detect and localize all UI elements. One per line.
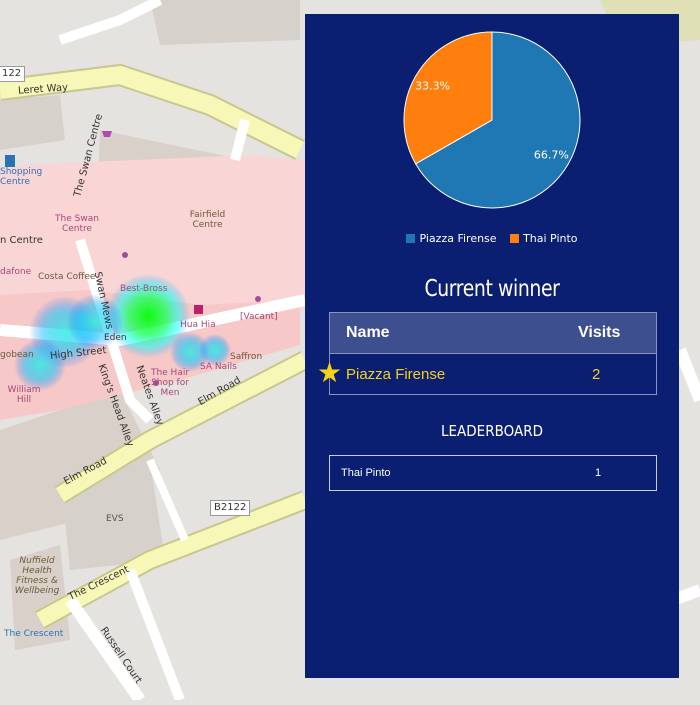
- place-label-fairfield-centre: Fairfield Centre: [189, 210, 226, 230]
- winner-visits: 2: [592, 366, 601, 383]
- current-winner-title: Current winner: [424, 276, 560, 302]
- place-label-gobean: gobean: [0, 350, 34, 360]
- place-label-saffron: Saffron: [230, 352, 263, 362]
- place-label-n-centre: n Centre: [0, 235, 43, 246]
- leaderboard-row: Thai Pinto 1: [329, 455, 657, 491]
- pie-chart: 66.7% 33.3%: [305, 14, 679, 264]
- pie-legend: Piazza Firense Thai Pinto: [305, 232, 679, 245]
- pie-slice-label: 33.3%: [415, 80, 450, 93]
- winner-name: Piazza Firense: [346, 366, 446, 383]
- place-label-swan-centre: The Swan Centre: [55, 214, 99, 234]
- place-label-best-bross: Best-Bross: [120, 284, 168, 294]
- place-label-hair-shop: The Hair Shop for Men: [150, 368, 190, 398]
- header-name: Name: [346, 324, 390, 341]
- pie-chart-svg: 66.7% 33.3%: [403, 31, 581, 209]
- legend-swatch: [406, 234, 416, 243]
- place-label-nuffield: Nuffield Health Fitness & Wellbeing: [14, 556, 60, 596]
- place-label-dafone: dafone: [0, 267, 32, 277]
- winner-table: Name Visits Piazza Firense 2: [329, 312, 657, 395]
- legend-label: Thai Pinto: [523, 232, 578, 245]
- road-shield-b2122: B2122: [210, 500, 251, 516]
- place-label-hua-hia: Hua Hia: [180, 320, 216, 330]
- leaderboard-name: Thai Pinto: [341, 467, 391, 479]
- place-label-costa-coffee: Costa Coffee: [38, 272, 96, 282]
- place-label-william-hill: William Hill: [7, 385, 41, 405]
- star-icon: ★: [317, 357, 343, 388]
- road-shield-122: 122: [0, 66, 26, 82]
- winner-row: Piazza Firense 2: [330, 353, 656, 394]
- place-label-vacant: [Vacant]: [240, 312, 278, 322]
- legend-item-piazza-firense: Piazza Firense: [406, 232, 497, 245]
- road-label-eden: Eden: [104, 333, 127, 343]
- pie-slice-label: 66.7%: [534, 148, 569, 161]
- leaderboard-title: LEADERBOARD: [440, 422, 544, 440]
- legend-item-thai-pinto: Thai Pinto: [510, 232, 578, 245]
- place-label-sa-nails: SA Nails: [200, 362, 237, 372]
- place-label-shopping-centre: Shopping Centre: [0, 167, 43, 187]
- legend-label: Piazza Firense: [419, 232, 497, 245]
- place-label-evs: EVS: [106, 514, 124, 524]
- leaderboard-visits: 1: [595, 467, 602, 479]
- legend-swatch: [510, 234, 520, 243]
- results-panel: 66.7% 33.3% Piazza Firense Thai Pinto Cur…: [305, 14, 679, 678]
- winner-table-header: Name Visits: [330, 313, 656, 353]
- header-visits: Visits: [578, 324, 621, 341]
- place-label-the-crescent: The Crescent: [4, 629, 64, 639]
